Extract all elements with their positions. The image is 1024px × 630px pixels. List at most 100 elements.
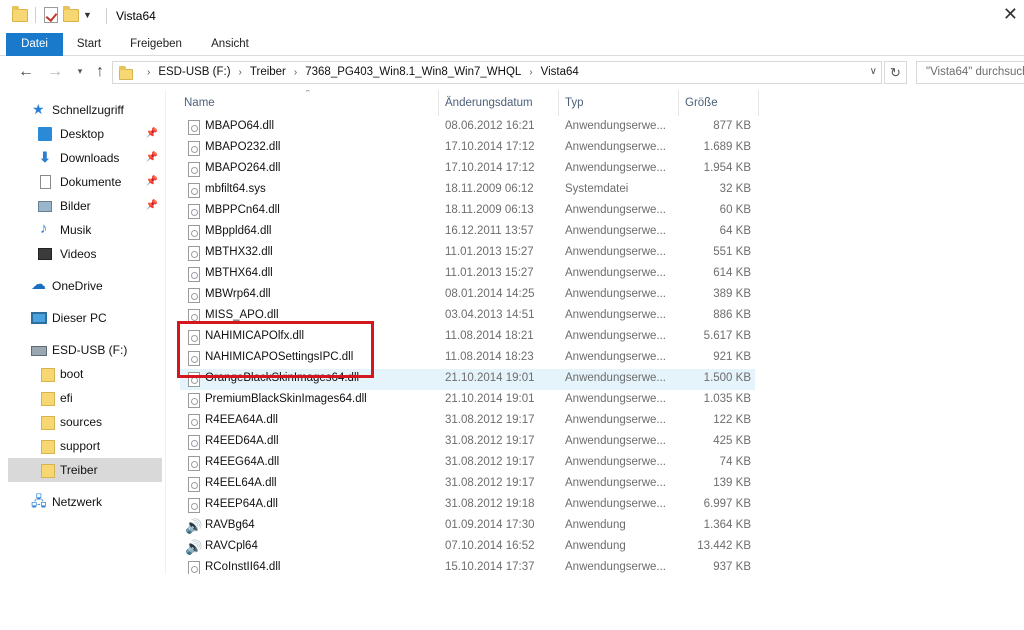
file-name: R4EED64A.dll xyxy=(205,435,279,447)
nav-item-desktop[interactable]: Desktop 📌 xyxy=(8,122,162,146)
file-date: 31.08.2012 19:17 xyxy=(445,456,535,468)
breadcrumb-driver-package[interactable]: 7368_PG403_Win8.1_Win8_Win7_WHQL xyxy=(305,66,521,78)
file-type: Anwendungserwe... xyxy=(565,330,667,342)
column-header-size[interactable]: Größe xyxy=(685,97,718,109)
quick-access-toolbar: ▼ xyxy=(12,6,92,23)
table-row[interactable]: R4EEA64A.dll 31.08.2012 19:17 Anwendungser… xyxy=(180,411,755,432)
recent-locations-icon[interactable]: ▾ xyxy=(70,66,90,77)
forward-arrow-icon[interactable]: → xyxy=(45,63,65,81)
table-row[interactable]: OrangeBlackSkinImages64.dll 21.10.2014 19… xyxy=(180,369,755,390)
address-history-icon[interactable]: ∨ xyxy=(870,66,877,77)
table-row[interactable]: MBppld64.dll 16.12.2011 13:57 Anwendungser… xyxy=(180,222,755,243)
nav-item-label: Dokumente xyxy=(60,175,122,189)
file-type: Anwendungserwe... xyxy=(565,435,667,447)
nav-item-esd-usb[interactable]: ESD-USB (F:) xyxy=(8,338,162,362)
nav-item-quick-access[interactable]: ★ Schnellzugriff xyxy=(8,98,162,122)
dll-file-icon xyxy=(188,309,200,324)
tab-file[interactable]: Datei xyxy=(6,33,63,56)
table-row[interactable]: R4EED64A.dll 31.08.2012 19:17 Anwendungser… xyxy=(180,432,755,453)
table-row[interactable]: MBWrp64.dll 08.01.2014 14:25 Anwendungserw… xyxy=(180,285,755,306)
pin-icon[interactable]: 📌 xyxy=(146,122,158,146)
nav-item-documents[interactable]: Dokumente 📌 xyxy=(8,170,162,194)
column-divider[interactable] xyxy=(558,90,559,116)
file-size: 1.035 KB xyxy=(703,393,751,405)
column-header-name[interactable]: Name xyxy=(184,97,215,109)
table-row[interactable]: R4EEL64A.dll 31.08.2012 19:17 Anwendungser… xyxy=(180,474,755,495)
nav-item-pictures[interactable]: Bilder 📌 xyxy=(8,194,162,218)
document-icon xyxy=(40,175,51,189)
address-bar[interactable]: › ESD-USB (F:) › Treiber › 7368_PG403_Wi… xyxy=(112,61,882,84)
table-row[interactable]: MBTHX64.dll 11.01.2013 15:27 Anwendungserw… xyxy=(180,264,755,285)
chevron-right-icon[interactable]: › xyxy=(294,67,297,78)
table-row[interactable]: RCoInstII64.dll 15.10.2014 17:37 Anwendung… xyxy=(180,558,755,574)
table-row[interactable]: MBAPO64.dll 08.06.2012 16:21 Anwendungserw… xyxy=(180,117,755,138)
pin-icon[interactable]: 📌 xyxy=(146,194,158,218)
nav-item-efi[interactable]: efi xyxy=(8,386,162,410)
file-size: 5.617 KB xyxy=(703,330,751,342)
chevron-right-icon[interactable]: › xyxy=(239,67,242,78)
dll-file-icon xyxy=(188,141,200,156)
properties-icon[interactable] xyxy=(43,7,59,23)
nav-item-label: Netzwerk xyxy=(52,495,103,509)
customize-toolbar-icon[interactable]: ▼ xyxy=(83,10,92,20)
nav-item-music[interactable]: ♪ Musik xyxy=(8,218,162,242)
title-bar: ▼ Vista64 ✕ xyxy=(0,0,1024,33)
nav-item-onedrive[interactable]: ☁ OneDrive xyxy=(8,274,162,298)
column-divider[interactable] xyxy=(758,90,759,116)
column-divider[interactable] xyxy=(438,90,439,116)
column-divider[interactable] xyxy=(678,90,679,116)
table-row[interactable]: R4EEG64A.dll 31.08.2012 19:17 Anwendungser… xyxy=(180,453,755,474)
nav-item-videos[interactable]: Videos xyxy=(8,242,162,266)
tab-view[interactable]: Ansicht xyxy=(201,33,259,56)
nav-item-this-pc[interactable]: Dieser PC xyxy=(8,306,162,330)
search-input[interactable]: "Vista64" durchsuchen xyxy=(916,61,1024,84)
new-folder-icon[interactable] xyxy=(63,6,79,23)
table-row[interactable]: MBAPO232.dll 17.10.2014 17:12 Anwendungser… xyxy=(180,138,755,159)
file-type: Anwendungserwe... xyxy=(565,162,667,174)
nav-item-sources[interactable]: sources xyxy=(8,410,162,434)
file-size: 551 KB xyxy=(713,246,751,258)
refresh-icon[interactable]: ↻ xyxy=(884,61,907,84)
dll-file-icon xyxy=(188,498,200,513)
table-row[interactable]: PremiumBlackSkinImages64.dll 21.10.2014 1… xyxy=(180,390,755,411)
breadcrumb: › ESD-USB (F:) › Treiber › 7368_PG403_Wi… xyxy=(139,66,579,78)
speaker-app-icon: 🔊 xyxy=(185,518,203,534)
table-row[interactable]: NAHIMICAPOlfx.dll 11.08.2014 18:21 Anwendu… xyxy=(180,327,755,348)
file-size: 64 KB xyxy=(719,225,751,237)
table-row[interactable]: MBTHX32.dll 11.01.2013 15:27 Anwendungserw… xyxy=(180,243,755,264)
chevron-right-icon[interactable]: › xyxy=(529,67,532,78)
file-date: 16.12.2011 13:57 xyxy=(445,225,534,237)
nav-item-label: sources xyxy=(60,415,103,429)
address-row: ← → ▾ ↑ › ESD-USB (F:) › Treiber › 7368_… xyxy=(0,57,1024,89)
nav-item-support[interactable]: support xyxy=(8,434,162,458)
nav-item-boot[interactable]: boot xyxy=(8,362,162,386)
breadcrumb-treiber[interactable]: Treiber xyxy=(250,66,286,78)
file-type: Anwendungserwe... xyxy=(565,393,667,405)
column-header-date[interactable]: Änderungsdatum xyxy=(445,97,533,109)
nav-item-treiber[interactable]: Treiber xyxy=(8,458,162,482)
folder-icon xyxy=(41,440,55,454)
file-type: Anwendungserwe... xyxy=(565,414,667,426)
table-row[interactable]: R4EEP64A.dll 31.08.2012 19:18 Anwendungser… xyxy=(180,495,755,516)
back-arrow-icon[interactable]: ← xyxy=(16,63,36,81)
table-row[interactable]: MBAPO264.dll 17.10.2014 17:12 Anwendungser… xyxy=(180,159,755,180)
close-window-icon[interactable]: ✕ xyxy=(1003,4,1018,25)
pin-icon[interactable]: 📌 xyxy=(146,170,158,194)
breadcrumb-drive[interactable]: ESD-USB (F:) xyxy=(158,66,230,78)
nav-item-network[interactable]: 🖧 Netzwerk xyxy=(8,490,162,514)
nav-item-downloads[interactable]: ⬇ Downloads 📌 xyxy=(8,146,162,170)
dll-file-icon xyxy=(188,288,200,303)
table-row[interactable]: 🔊 RAVCpl64 07.10.2014 16:52 Anwendung 13.442… xyxy=(180,537,755,558)
breadcrumb-current[interactable]: Vista64 xyxy=(541,66,579,78)
table-row[interactable]: NAHIMICAPOSettingsIPC.dll 11.08.2014 18:2… xyxy=(180,348,755,369)
table-row[interactable]: mbfilt64.sys 18.11.2009 06:12 Systemdatei 3… xyxy=(180,180,755,201)
nav-item-label: boot xyxy=(60,367,84,381)
table-row[interactable]: MISS_APO.dll 03.04.2013 14:51 Anwendungser… xyxy=(180,306,755,327)
column-header-type[interactable]: Typ xyxy=(565,97,584,109)
tab-share[interactable]: Freigeben xyxy=(122,33,190,56)
pin-icon[interactable]: 📌 xyxy=(146,146,158,170)
table-row[interactable]: 🔊 RAVBg64 01.09.2014 17:30 Anwendung 1.364 K… xyxy=(180,516,755,537)
tab-start[interactable]: Start xyxy=(66,33,112,56)
up-arrow-icon[interactable]: ↑ xyxy=(90,63,110,81)
table-row[interactable]: MBPPCn64.dll 18.11.2009 06:13 Anwendungser… xyxy=(180,201,755,222)
